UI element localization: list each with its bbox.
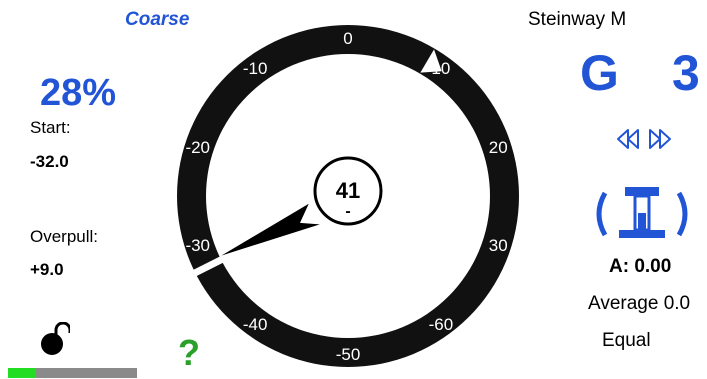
start-label: Start: — [30, 118, 71, 137]
center-value: 41 — [336, 178, 360, 203]
dial-scale-label: -30 — [185, 236, 210, 255]
progress-bar — [8, 368, 137, 378]
dial-scale-label: -60 — [429, 315, 454, 334]
unlocked-padlock-icon[interactable] — [40, 321, 72, 361]
dial-scale-label: 0 — [343, 29, 352, 48]
overpull-value: +9.0 — [30, 260, 64, 279]
fast-forward-icon[interactable] — [649, 129, 671, 149]
percent-readout: 28% — [40, 72, 117, 114]
dial-scale-label: -20 — [185, 138, 210, 157]
note-name[interactable]: G — [580, 44, 619, 102]
dial-scale-label: 30 — [489, 236, 508, 255]
average-readout: Average 0.0 — [588, 293, 691, 314]
a-frequency-offset[interactable]: A: 0.00 — [609, 256, 671, 278]
dial-scale-label: -10 — [243, 59, 268, 78]
dial-scale-label: 20 — [489, 138, 508, 157]
overpull-label: Overpull: — [30, 227, 99, 246]
note-octave[interactable]: 3 — [672, 44, 700, 102]
progress-fill — [8, 368, 37, 378]
piano-mute-strip-icon[interactable] — [589, 185, 695, 248]
tuning-dial: 0102030-60-50-40-30-20-10 41 - — [177, 25, 519, 367]
dial-scale-label: -40 — [243, 315, 268, 334]
rewind-icon[interactable] — [617, 129, 639, 149]
dial-scale-label: -50 — [336, 345, 361, 364]
piano-name[interactable]: Steinway M — [528, 9, 626, 31]
center-sub: - — [345, 203, 350, 220]
temperament-label[interactable]: Equal — [602, 330, 651, 352]
note-nav — [614, 124, 674, 159]
start-value: -32.0 — [30, 152, 69, 171]
